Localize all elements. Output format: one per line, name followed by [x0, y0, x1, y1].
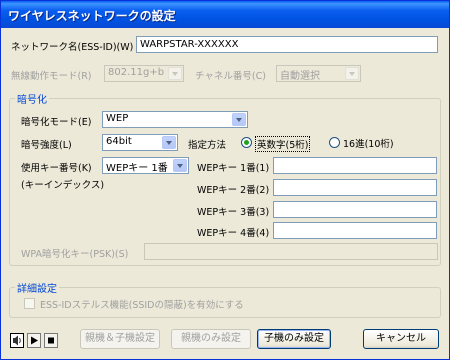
stop-icon[interactable]: [44, 333, 58, 348]
wep-key-1-input[interactable]: [273, 157, 437, 174]
wpa-key-label: WPA暗号化キー(PSK)(S): [21, 249, 129, 260]
wireless-settings-window: ワイヤレスネットワークの設定 ネットワーク名(ESS-ID)(W) WARPST…: [0, 0, 450, 360]
play-icon[interactable]: [27, 333, 41, 348]
method-hex-radio[interactable]: [329, 137, 340, 148]
wep-key-3-label: WEPキー 3番(3): [197, 207, 270, 218]
child-only-set-button[interactable]: 子機のみ設定: [257, 329, 331, 349]
method-alnum-radio[interactable]: [241, 137, 252, 148]
wep-key-4-input[interactable]: [273, 222, 437, 239]
method-label: 指定方法: [188, 140, 227, 151]
channel-select[interactable]: 自動選択: [276, 65, 361, 82]
chevron-down-icon: [168, 67, 182, 80]
channel-value: 自動選択: [280, 71, 320, 82]
wep-key-4-label: WEPキー 4番(4): [197, 228, 270, 239]
encryption-strength-label: 暗号強度(L): [21, 140, 72, 151]
wep-key-3-input[interactable]: [273, 201, 437, 218]
wep-key-1-label: WEPキー 1番(1): [197, 163, 270, 174]
method-hex-label[interactable]: 16進(10桁): [343, 136, 394, 150]
wireless-mode-label: 無線動作モード(R): [11, 71, 92, 82]
chevron-down-icon: [345, 67, 359, 80]
encryption-mode-select[interactable]: WEP: [102, 111, 248, 128]
encryption-group-title: 暗号化: [15, 91, 49, 106]
window-title: ワイヤレスネットワークの設定: [8, 9, 176, 23]
wireless-mode-select[interactable]: 802.11g+b: [104, 65, 184, 82]
parent-child-set-button[interactable]: 親機＆子機設定: [80, 329, 160, 349]
parent-only-set-button[interactable]: 親機のみ設定: [171, 329, 251, 349]
encryption-mode-label: 暗号化モード(E): [21, 117, 92, 128]
method-alnum-label[interactable]: 英数字(5桁): [255, 136, 311, 152]
details-group-title: 詳細設定: [15, 280, 59, 295]
cancel-button[interactable]: キャンセル: [363, 329, 439, 349]
speaker-icon[interactable]: [10, 333, 24, 348]
wpa-key-input[interactable]: [144, 243, 438, 260]
wireless-mode-value: 802.11g+b: [108, 67, 165, 78]
stealth-checkbox[interactable]: [24, 298, 35, 309]
key-number-value: WEPキー 1番: [106, 163, 168, 174]
encryption-strength-value: 64bit: [106, 136, 132, 147]
chevron-down-icon: [173, 159, 187, 172]
chevron-down-icon: [232, 113, 246, 126]
encryption-strength-select[interactable]: 64bit: [102, 134, 178, 151]
channel-label: チャネル番号(C): [195, 71, 266, 82]
wep-key-2-label: WEPキー 2番(2): [197, 185, 270, 196]
network-name-label: ネットワーク名(ESS-ID)(W): [11, 42, 134, 53]
network-name-input[interactable]: WARPSTAR-XXXXXX: [136, 36, 438, 53]
stealth-label: ESS-IDステルス機能(SSIDの隠蔽)を有効にする: [40, 300, 244, 311]
title-bar[interactable]: ワイヤレスネットワークの設定: [1, 1, 449, 28]
chevron-down-icon: [162, 136, 176, 149]
encryption-mode-value: WEP: [106, 113, 129, 124]
wep-key-2-input[interactable]: [273, 179, 437, 196]
key-number-select[interactable]: WEPキー 1番: [102, 157, 189, 174]
key-index-label: (キーインデックス): [21, 180, 105, 191]
key-number-label: 使用キー番号(K): [21, 163, 92, 174]
